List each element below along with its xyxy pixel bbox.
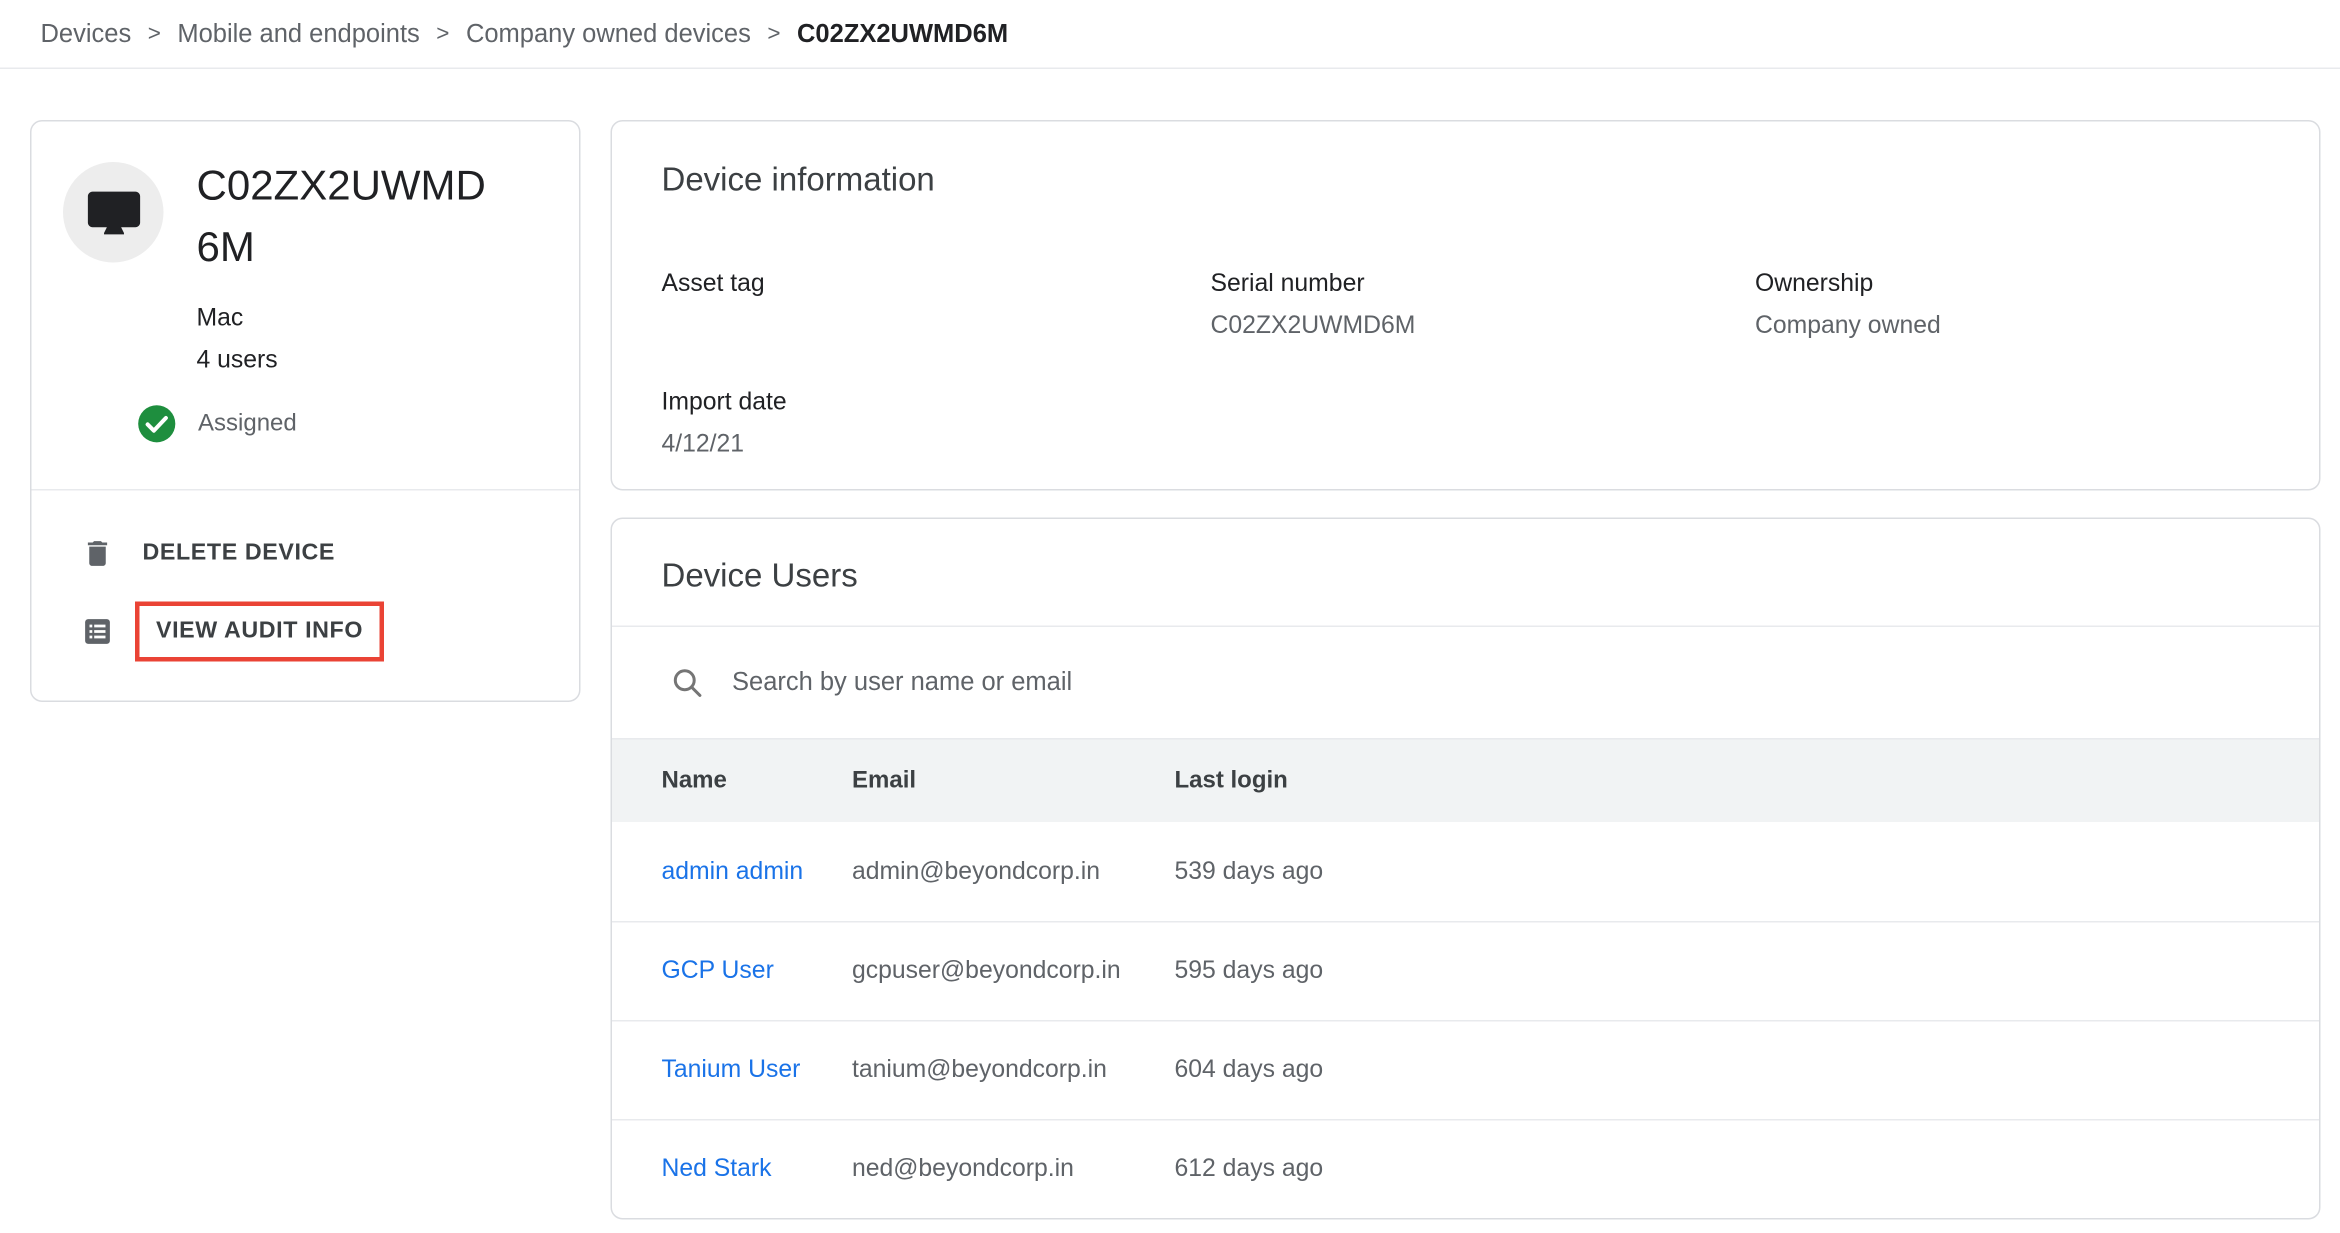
info-field: Asset tag <box>662 266 1211 344</box>
user-last-login: 539 days ago <box>1175 857 2320 886</box>
view-audit-row[interactable]: VIEW AUDIT INFO <box>32 593 580 671</box>
user-name-link[interactable]: admin admin <box>662 857 853 886</box>
column-header-email: Email <box>852 767 1175 794</box>
device-information-title: Device information <box>612 122 2319 200</box>
device-users-card: Device Users Name Email Last login admin… <box>611 518 2321 1220</box>
breadcrumb-current: C02ZX2UWMD6M <box>797 19 1008 49</box>
user-last-login: 604 days ago <box>1175 1056 2320 1085</box>
breadcrumb-bar: Devices > Mobile and endpoints > Company own… <box>0 0 2340 69</box>
field-label: Asset tag <box>662 266 1211 302</box>
table-row: Ned Starkned@beyondcorp.in612 days ago <box>612 1119 2319 1218</box>
view-audit-info-button[interactable]: VIEW AUDIT INFO <box>156 618 363 645</box>
user-search-input[interactable] <box>732 668 1812 698</box>
user-last-login: 595 days ago <box>1175 957 2320 986</box>
field-value: 4/12/21 <box>662 426 1211 462</box>
desktop-monitor-icon <box>85 184 142 241</box>
breadcrumb-link[interactable]: Devices <box>41 19 132 49</box>
device-users-count: 4 users <box>197 339 550 381</box>
user-search-row <box>612 627 2319 740</box>
field-value: Company owned <box>1755 308 2270 344</box>
field-label: Ownership <box>1755 266 2270 302</box>
breadcrumb-link[interactable]: Mobile and endpoints <box>177 19 419 49</box>
audit-list-icon <box>80 615 116 648</box>
device-avatar <box>63 162 164 263</box>
table-row: GCP Usergcpuser@beyondcorp.in595 days ag… <box>612 921 2319 1020</box>
delete-device-button[interactable]: DELETE DEVICE <box>143 540 336 567</box>
user-email: tanium@beyondcorp.in <box>852 1056 1175 1085</box>
user-email: gcpuser@beyondcorp.in <box>852 957 1175 986</box>
device-information-card: Device information Asset tagSerial numbe… <box>611 120 2321 491</box>
user-email: ned@beyondcorp.in <box>852 1155 1175 1184</box>
user-name-link[interactable]: Ned Stark <box>662 1155 853 1184</box>
column-header-name: Name <box>662 767 853 794</box>
breadcrumb-separator: > <box>767 21 780 47</box>
user-name-link[interactable]: GCP User <box>662 957 853 986</box>
device-users-title: Device Users <box>612 519 2319 627</box>
breadcrumb-link[interactable]: Company owned devices <box>466 19 751 49</box>
field-value: C02ZX2UWMD6M <box>1211 308 1756 344</box>
field-label: Import date <box>662 384 1211 420</box>
info-field: Ownership Company owned <box>1755 266 2270 344</box>
breadcrumb-separator: > <box>148 21 161 47</box>
page: Devices > Mobile and endpoints > Company own… <box>0 0 2340 1233</box>
device-type: Mac <box>197 297 550 339</box>
device-head: C02ZX2UWMD6M Mac 4 users <box>197 155 550 382</box>
search-icon <box>669 665 705 701</box>
field-value <box>662 308 1211 344</box>
breadcrumb: Devices > Mobile and endpoints > Company own… <box>41 19 1009 49</box>
check-circle-icon <box>137 404 178 445</box>
delete-device-row[interactable]: DELETE DEVICE <box>32 515 580 593</box>
field-label: Serial number <box>1211 266 1756 302</box>
device-title: C02ZX2UWMD6M <box>197 155 497 278</box>
device-info-fields: Asset tagSerial numberC02ZX2UWMD6MOwners… <box>612 200 2319 463</box>
device-summary-top: C02ZX2UWMD6M Mac 4 users Assigned <box>32 122 580 490</box>
users-table-body: admin adminadmin@beyondcorp.in539 days a… <box>612 822 2319 1218</box>
users-table-header: Name Email Last login <box>612 740 2319 823</box>
table-row: Tanium Usertanium@beyondcorp.in604 days … <box>612 1020 2319 1119</box>
breadcrumb-separator: > <box>436 21 449 47</box>
table-row: admin adminadmin@beyondcorp.in539 days a… <box>612 822 2319 921</box>
info-field: Serial number C02ZX2UWMD6M <box>1211 266 1756 344</box>
user-last-login: 612 days ago <box>1175 1155 2320 1184</box>
trash-icon <box>80 537 116 570</box>
main-content: C02ZX2UWMD6M Mac 4 users Assigned <box>0 69 2340 1233</box>
device-actions: DELETE DEVICE <box>32 491 580 701</box>
status-badge: Assigned <box>198 410 297 437</box>
highlight-box: VIEW AUDIT INFO <box>135 602 384 662</box>
info-field: Import date 4/12/21 <box>662 384 1211 462</box>
column-header-last-login: Last login <box>1175 767 2320 794</box>
user-name-link[interactable]: Tanium User <box>662 1056 853 1085</box>
device-summary-card: C02ZX2UWMD6M Mac 4 users Assigned <box>30 120 581 702</box>
device-status: Assigned <box>137 404 297 445</box>
user-email: admin@beyondcorp.in <box>852 857 1175 886</box>
